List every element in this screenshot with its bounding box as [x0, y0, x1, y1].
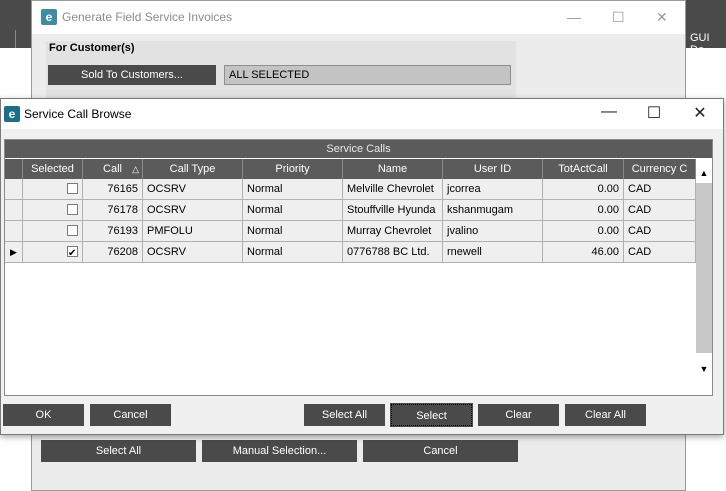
current-row-arrow-icon: ▶: [10, 247, 17, 257]
priority-cell: Normal: [243, 179, 343, 200]
service-call-browse-dialog: e Service Call Browse — ☐ ✕ Service Call…: [0, 98, 724, 435]
column-header-call-type[interactable]: Call Type: [143, 159, 243, 179]
row-header-corner: [5, 159, 23, 179]
app-logo-icon: e: [41, 9, 57, 25]
name-cell: Murray Chevrolet: [343, 221, 443, 242]
sort-ascending-icon: △: [132, 164, 139, 174]
user-id-cell: jcorrea: [443, 179, 543, 200]
cancel-button[interactable]: Cancel: [363, 440, 518, 462]
selected-cell[interactable]: [23, 242, 83, 263]
column-header-priority[interactable]: Priority: [243, 159, 343, 179]
name-cell: Melville Chevrolet: [343, 179, 443, 200]
user-id-cell: kshanmugam: [443, 200, 543, 221]
call-cell: 76193: [83, 221, 143, 242]
currency-cell: CAD: [624, 179, 696, 200]
table-row[interactable]: ▶ 76208 OCSRV Normal 0776788 BC Ltd. rne…: [5, 242, 696, 263]
customers-field[interactable]: ALL SELECTED: [224, 65, 511, 85]
table-row[interactable]: 76178 OCSRV Normal Stouffville Hyunda ks…: [5, 200, 696, 221]
call-type-cell: OCSRV: [143, 242, 243, 263]
for-customer-label: For Customer(s): [49, 42, 135, 54]
background-app-top-left: [0, 0, 32, 30]
selected-checkbox[interactable]: [67, 204, 78, 215]
generate-window-titlebar: e Generate Field Service Invoices — ☐ ✕: [32, 1, 685, 34]
totactcall-cell: 0.00: [543, 221, 624, 242]
background-gui-text: GUI De: [690, 32, 710, 56]
maximize-icon[interactable]: ☐: [639, 103, 669, 123]
vertical-scrollbar[interactable]: ▲ ▼: [696, 159, 712, 375]
user-id-cell: jvalino: [443, 221, 543, 242]
column-header-call-label: Call: [103, 163, 122, 175]
clear-all-button[interactable]: Clear All: [565, 404, 646, 426]
selected-checkbox[interactable]: [67, 244, 78, 262]
call-cell: 76178: [83, 200, 143, 221]
customer-panel: For Customer(s) Sold To Customers... ALL…: [46, 41, 516, 101]
name-cell: Stouffville Hyunda: [343, 200, 443, 221]
background-app-top-right: [686, 0, 726, 30]
column-header-call[interactable]: Call △: [83, 159, 143, 179]
dialog-titlebar: e Service Call Browse — ☐ ✕: [1, 99, 723, 129]
currency-cell: CAD: [624, 221, 696, 242]
priority-cell: Normal: [243, 242, 343, 263]
selected-cell[interactable]: [23, 179, 83, 200]
dialog-title: Service Call Browse: [24, 107, 132, 121]
scroll-down-icon[interactable]: ▼: [696, 361, 712, 377]
name-cell: 0776788 BC Ltd.: [343, 242, 443, 263]
call-type-cell: OCSRV: [143, 200, 243, 221]
selected-cell[interactable]: [23, 200, 83, 221]
column-header-user-id[interactable]: User ID: [443, 159, 543, 179]
row-selector[interactable]: [5, 200, 23, 221]
generate-window-title: Generate Field Service Invoices: [62, 10, 233, 24]
row-selector[interactable]: [5, 179, 23, 200]
table-row[interactable]: 76193 PMFOLU Normal Murray Chevrolet jva…: [5, 221, 696, 242]
close-icon[interactable]: ✕: [685, 103, 715, 123]
column-header-selected[interactable]: Selected: [23, 159, 83, 179]
select-all-button[interactable]: Select All: [41, 440, 196, 462]
call-type-cell: OCSRV: [143, 179, 243, 200]
priority-cell: Normal: [243, 200, 343, 221]
totactcall-cell: 0.00: [543, 200, 624, 221]
column-header-name[interactable]: Name: [343, 159, 443, 179]
maximize-icon[interactable]: ☐: [612, 9, 625, 26]
minimize-icon[interactable]: —: [594, 103, 624, 121]
sold-to-customers-button[interactable]: Sold To Customers...: [48, 65, 216, 85]
currency-cell: CAD: [624, 200, 696, 221]
close-icon[interactable]: ✕: [656, 9, 668, 26]
vertical-scroll-thumb[interactable]: [696, 183, 712, 353]
dialog-cancel-button[interactable]: Cancel: [90, 404, 171, 426]
row-selector[interactable]: [5, 221, 23, 242]
row-selector[interactable]: ▶: [5, 242, 23, 263]
call-cell: 76165: [83, 179, 143, 200]
user-id-cell: rnewell: [443, 242, 543, 263]
manual-selection-button[interactable]: Manual Selection...: [202, 440, 357, 462]
call-cell: 76208: [83, 242, 143, 263]
table-row[interactable]: 76165 OCSRV Normal Melville Chevrolet jc…: [5, 179, 696, 200]
grid-caption: Service Calls: [5, 140, 712, 158]
selected-checkbox[interactable]: [67, 183, 78, 194]
column-header-currency[interactable]: Currency C: [624, 159, 696, 179]
currency-cell: CAD: [624, 242, 696, 263]
call-type-cell: PMFOLU: [143, 221, 243, 242]
select-button[interactable]: Select: [390, 403, 473, 427]
scroll-up-icon[interactable]: ▲: [696, 165, 712, 181]
selected-cell[interactable]: [23, 221, 83, 242]
dialog-select-all-button[interactable]: Select All: [304, 404, 385, 426]
minimize-icon[interactable]: —: [567, 9, 581, 25]
clear-button[interactable]: Clear: [478, 404, 559, 426]
service-calls-grid[interactable]: Service Calls Selected Call △ Call Type …: [4, 139, 713, 396]
priority-cell: Normal: [243, 221, 343, 242]
totactcall-cell: 46.00: [543, 242, 624, 263]
column-header-totactcall[interactable]: TotActCall: [543, 159, 624, 179]
ok-button[interactable]: OK: [3, 404, 84, 426]
selected-checkbox[interactable]: [67, 225, 78, 236]
app-logo-icon: e: [4, 106, 20, 122]
totactcall-cell: 0.00: [543, 179, 624, 200]
